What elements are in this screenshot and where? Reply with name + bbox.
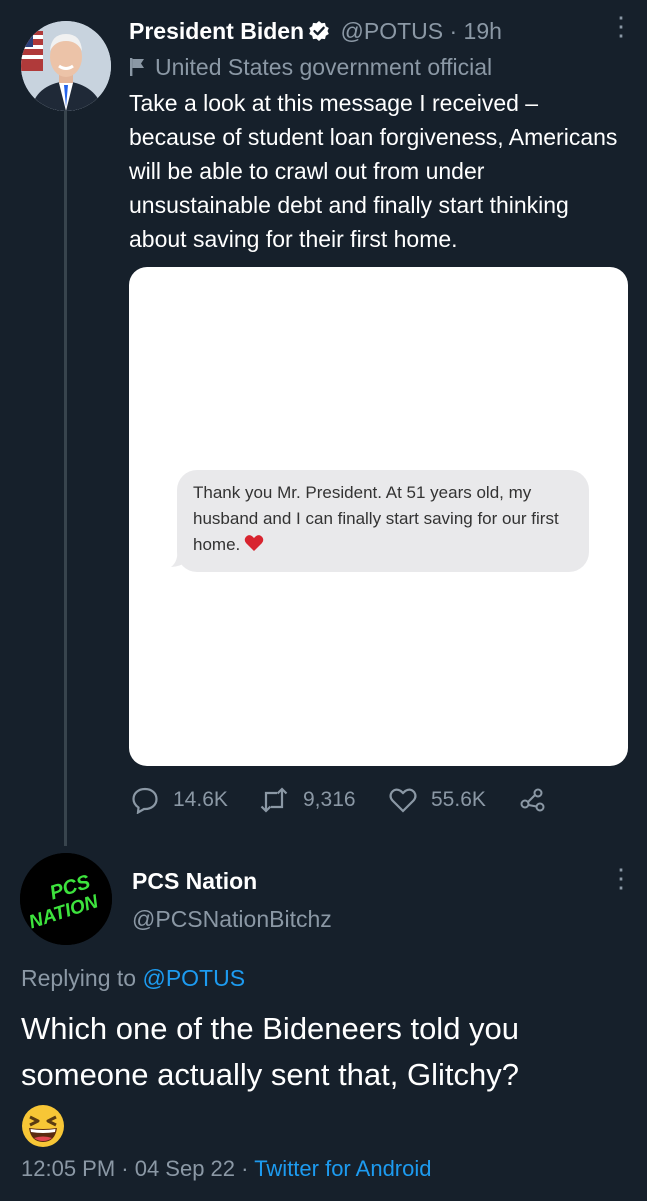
message-bubble: Thank you Mr. President. At 51 years old… [177,470,589,572]
replying-to-prefix: Replying to [21,965,137,991]
tweet-text: Which one of the Bideneers told you some… [21,1011,520,1092]
share-icon [520,788,545,812]
tweet-media-image[interactable]: Thank you Mr. President. At 51 years old… [129,267,628,766]
replying-to: Replying to @POTUS [21,963,245,993]
retweet-icon [260,787,288,813]
reply-count: 14.6K [173,788,228,811]
verified-badge-icon [308,19,330,49]
government-label-text: United States government official [155,54,493,80]
red-heart-emoji [244,534,264,560]
replying-to-link[interactable]: @POTUS [142,965,245,991]
like-count: 55.6K [431,788,486,811]
grinning-squinting-face-emoji [21,1104,65,1153]
government-label: United States government official [129,52,492,82]
government-flag-icon [130,58,144,76]
timestamp-text[interactable]: 12:05 PM · 04 Sep 22 · [21,1156,254,1181]
tweet-time[interactable]: · 19h [449,18,501,44]
reply-icon [132,787,158,814]
pcs-nation-avatar[interactable]: PCS NATION [20,853,112,945]
potus-avatar[interactable] [21,21,111,111]
display-name[interactable]: President Biden [129,18,304,44]
like-button[interactable]: 55.6K [389,783,486,817]
user-handle[interactable]: @POTUS [341,18,444,44]
thread-connector-line [64,110,67,846]
retweet-count: 9,316 [303,788,356,811]
tweet-timestamp: 12:05 PM · 04 Sep 22 · Twitter for Andro… [21,1153,432,1185]
tweet-action-bar: 14.6K 9,316 55.6K [131,783,631,817]
retweet-button[interactable]: 9,316 [259,783,356,817]
share-button[interactable] [519,783,561,817]
user-handle[interactable]: @PCSNationBitchz [132,904,332,934]
like-icon [389,788,417,813]
tweet-text: Take a look at this message I received –… [129,90,618,252]
reply-button[interactable]: 14.6K [131,783,228,817]
more-options-icon[interactable]: ⋮ [608,865,634,891]
more-options-icon[interactable]: ⋮ [608,13,634,39]
display-name[interactable]: PCS Nation [132,866,257,896]
source-link[interactable]: Twitter for Android [254,1156,431,1181]
tweet-header: President Biden @POTUS · 19h [129,16,607,49]
